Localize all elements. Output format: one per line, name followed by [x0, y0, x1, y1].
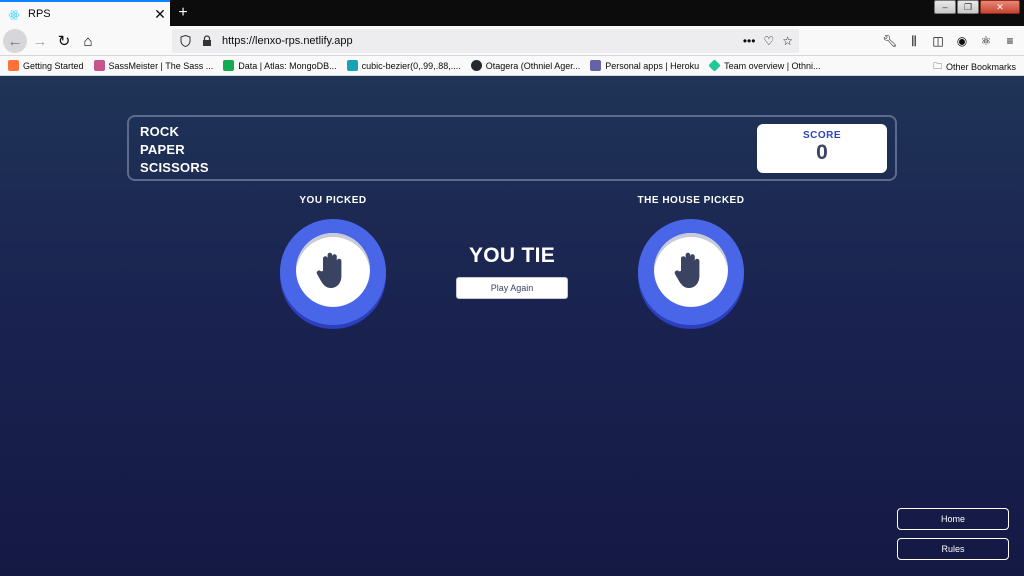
address-bar[interactable]: https://lenxo-rps.netlify.app ••• ♡ ☆	[172, 29, 799, 53]
game-page: ROCK PAPER SCISSORS SCORE 0 YOU PICKED T…	[0, 76, 1024, 576]
score-card: SCORE 0	[757, 124, 887, 173]
bookmark-item[interactable]: Team overview | Othni...	[708, 59, 821, 72]
forward-arrow-icon[interactable]: →	[28, 29, 52, 53]
pocket-icon[interactable]: ♡	[763, 34, 774, 48]
paper-hand-icon	[296, 233, 370, 307]
menu-icon[interactable]: ≡	[1002, 33, 1018, 49]
new-tab-icon[interactable]: +	[172, 2, 194, 24]
paper-hand-icon	[654, 233, 728, 307]
bookmark-item[interactable]: SassMeister | The Sass ...	[93, 60, 213, 71]
play-again-button[interactable]: Play Again	[456, 277, 568, 299]
account-icon[interactable]: ◉	[954, 33, 970, 49]
rules-button[interactable]: Rules	[897, 538, 1009, 560]
tab-strip: RPS ✕ + – ❐ ✕	[0, 0, 1024, 26]
game-header: ROCK PAPER SCISSORS SCORE 0	[127, 115, 897, 181]
cubic-bezier-icon	[346, 60, 358, 71]
back-arrow-icon[interactable]: ←	[3, 29, 27, 53]
library-icon[interactable]: ⫼	[906, 33, 922, 49]
bookmark-item[interactable]: Otagera (Othniel Ager...	[470, 60, 580, 71]
bookmarks-toolbar: Getting Started SassMeister | The Sass .…	[0, 56, 1024, 76]
house-pick-token	[638, 219, 744, 329]
bookmark-item[interactable]: cubic-bezier(0,.99,.88,....	[346, 60, 461, 71]
home-icon[interactable]: ⌂	[76, 29, 100, 53]
navigation-toolbar: ← → ↻ ⌂ https://lenxo-rps.netlify.app ••…	[0, 26, 1024, 56]
close-tab-icon[interactable]: ✕	[150, 6, 170, 23]
minimize-window-button[interactable]: –	[934, 0, 956, 14]
react-icon	[8, 8, 20, 20]
window-controls: – ❐ ✕	[933, 0, 1020, 16]
shield-icon[interactable]	[178, 34, 192, 48]
your-pick-token	[280, 219, 386, 329]
folder-icon: 🗀	[932, 61, 942, 71]
score-value: 0	[816, 141, 828, 164]
react-devtools-icon[interactable]: ⚛	[978, 33, 994, 49]
game-title: ROCK PAPER SCISSORS	[140, 124, 209, 175]
house-picked-label: THE HOUSE PICKED	[637, 195, 745, 206]
bookmark-item[interactable]: Personal apps | Heroku	[590, 60, 699, 71]
bookmark-star-icon[interactable]: ☆	[782, 34, 793, 48]
firefox-icon	[8, 60, 19, 71]
tab-title: RPS	[28, 8, 51, 20]
home-button[interactable]: Home	[897, 508, 1009, 530]
reload-icon[interactable]: ↻	[52, 29, 76, 53]
you-picked-label: YOU PICKED	[299, 195, 367, 206]
mongodb-leaf-icon	[223, 60, 235, 71]
url-text: https://lenxo-rps.netlify.app	[222, 35, 353, 47]
other-bookmarks[interactable]: 🗀 Other Bookmarks	[933, 59, 1016, 75]
bookmark-item[interactable]: Data | Atlas: MongoDB...	[223, 60, 337, 71]
wrench-icon[interactable]: 🔧︎	[882, 33, 898, 49]
team-diamond-icon	[708, 59, 721, 72]
close-window-button[interactable]: ✕	[980, 0, 1020, 14]
github-icon	[470, 60, 482, 71]
sassmeister-icon	[93, 60, 105, 71]
sidebar-icon[interactable]: ◫	[930, 33, 946, 49]
restore-window-button[interactable]: ❐	[957, 0, 979, 14]
tab-rps[interactable]: RPS ✕	[0, 0, 170, 26]
page-actions-icon[interactable]: •••	[743, 34, 756, 48]
heroku-icon	[590, 60, 602, 71]
bookmark-item[interactable]: Getting Started	[8, 60, 84, 71]
score-label: SCORE	[802, 130, 842, 141]
lock-icon[interactable]	[200, 34, 214, 48]
result-text: YOU TIE	[468, 244, 556, 267]
